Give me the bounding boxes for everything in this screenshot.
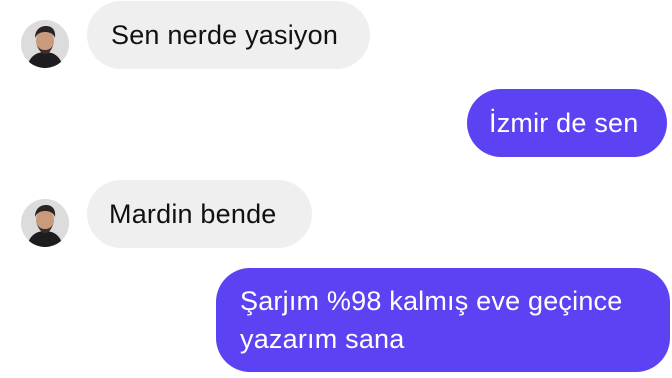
message-row-incoming: Mardin bende [0,178,672,250]
message-row-outgoing: Şarjım %98 kalmış eve geçince yazarım sa… [0,268,672,378]
contact-avatar-icon[interactable] [21,20,69,68]
message-bubble-incoming[interactable]: Sen nerde yasiyon [87,1,370,69]
message-row-outgoing: İzmir de sen [0,88,672,160]
message-text: Mardin bende [109,199,277,229]
message-bubble-incoming[interactable]: Mardin bende [87,180,312,248]
message-text-line: yazarım sana [240,324,405,354]
message-bubble-outgoing[interactable]: Şarjım %98 kalmış eve geçince yazarım sa… [216,268,670,372]
message-text: İzmir de sen [489,108,639,138]
contact-avatar-icon[interactable] [21,199,69,247]
message-bubble-outgoing[interactable]: İzmir de sen [467,89,667,157]
chat-thread: Sen nerde yasiyon İzmir de sen Mardin be… [0,0,672,378]
message-row-incoming: Sen nerde yasiyon [0,0,672,80]
message-text-line: Şarjım %98 kalmış eve geçince [240,286,623,316]
message-text: Sen nerde yasiyon [111,20,339,50]
